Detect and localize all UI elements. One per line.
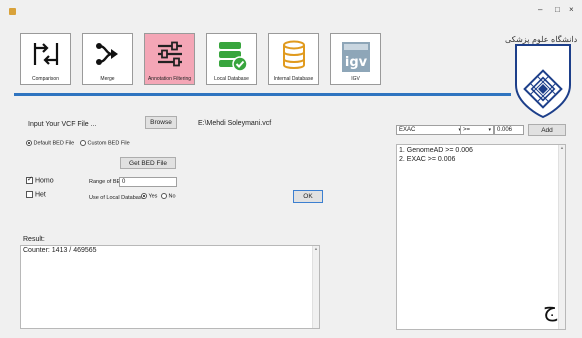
scroll-up-icon[interactable]: ▲ xyxy=(559,145,565,150)
tile-label: IGV xyxy=(351,76,360,82)
filter-list-item[interactable]: 1. GenomeAD >= 0.006 xyxy=(399,146,563,155)
radio-label: Yes xyxy=(148,193,158,200)
close-button[interactable]: × xyxy=(569,5,574,14)
accent-divider xyxy=(14,93,511,96)
tile-label: Comparison xyxy=(32,76,59,82)
checkbox-unchecked[interactable] xyxy=(26,191,33,198)
het-checkbox[interactable]: Het xyxy=(26,191,46,198)
result-panel[interactable]: Counter: 1413 / 469565 ▲ xyxy=(20,245,320,329)
filter-operator-value: >= xyxy=(463,127,471,133)
tile-label: Annotation Filtering xyxy=(147,76,192,82)
radio-unselected[interactable] xyxy=(80,140,86,146)
radio-unselected[interactable] xyxy=(161,193,167,199)
tile-label: Merge xyxy=(100,76,115,82)
radio-label: Custom BED File xyxy=(87,140,130,147)
local-db-no-radio[interactable]: No xyxy=(161,193,176,199)
custom-bed-radio[interactable]: Custom BED File xyxy=(80,140,130,146)
checkbox-checked[interactable] xyxy=(26,175,33,184)
igv-tile[interactable]: igv IGV xyxy=(330,33,381,85)
add-filter-button[interactable]: Add xyxy=(528,124,566,136)
radio-label: No xyxy=(168,193,176,200)
homo-checkbox[interactable]: Homo xyxy=(26,175,54,185)
database-icon xyxy=(282,40,305,69)
internal-database-tile[interactable]: Internal Database xyxy=(268,33,319,85)
range-input[interactable]: 0 xyxy=(119,177,177,187)
vcf-input-label: Input Your VCF File ... xyxy=(28,121,97,128)
filter-scrollbar[interactable]: ▲ xyxy=(558,145,565,329)
annotation-filtering-tile[interactable]: Annotation Filtering xyxy=(144,33,195,85)
chevron-down-icon: ▾ xyxy=(488,127,491,133)
database-check-icon xyxy=(218,42,248,72)
filter-list[interactable]: 1. GenomeAD >= 0.006 2. EXAC >= 0.006 ▲ … xyxy=(396,144,566,330)
filter-field-select[interactable]: EXAC ▾ xyxy=(396,125,464,135)
filter-list-item[interactable]: 2. EXAC >= 0.006 xyxy=(399,155,563,164)
radio-selected[interactable] xyxy=(141,193,147,199)
ok-button[interactable]: OK xyxy=(293,190,323,203)
sliders-icon xyxy=(157,41,182,67)
maximize-button[interactable]: □ xyxy=(555,5,560,14)
compare-icon xyxy=(33,43,58,65)
igv-icon: igv xyxy=(341,42,370,72)
filter-value-input[interactable]: 0.006 xyxy=(494,125,524,135)
browse-button[interactable]: Browse xyxy=(145,116,177,129)
comparison-tile[interactable]: Comparison xyxy=(20,33,71,85)
local-db-yes-radio[interactable]: Yes xyxy=(141,193,157,199)
tile-label: Local Database xyxy=(214,76,249,82)
svg-text:igv: igv xyxy=(344,55,367,70)
app-icon xyxy=(9,8,16,15)
radio-selected[interactable] xyxy=(26,140,32,146)
radio-label: Default BED File xyxy=(33,140,75,147)
local-db-label: Use of Local Database xyxy=(89,195,145,201)
result-label: Result: xyxy=(23,236,45,243)
filter-operator-select[interactable]: >= ▾ xyxy=(460,125,494,135)
file-path: E:\Mehdi Soleymani.vcf xyxy=(198,120,272,127)
scroll-up-icon[interactable]: ▲ xyxy=(313,246,319,251)
footer-glyph: ج xyxy=(543,297,558,322)
university-logo xyxy=(515,44,571,119)
minimize-button[interactable]: – xyxy=(538,5,542,14)
result-scrollbar[interactable]: ▲ xyxy=(312,246,319,328)
get-bed-file-button[interactable]: Get BED File xyxy=(120,157,176,169)
result-text: Counter: 1413 / 469565 xyxy=(23,247,97,254)
merge-icon xyxy=(95,43,118,65)
checkbox-label: Het xyxy=(34,191,46,199)
tile-label: Internal Database xyxy=(273,76,314,82)
default-bed-radio[interactable]: Default BED File xyxy=(26,140,74,146)
merge-tile[interactable]: Merge xyxy=(82,33,133,85)
local-database-tile[interactable]: Local Database xyxy=(206,33,257,85)
checkbox-label: Homo xyxy=(34,177,54,185)
filter-field-value: EXAC xyxy=(399,127,416,133)
